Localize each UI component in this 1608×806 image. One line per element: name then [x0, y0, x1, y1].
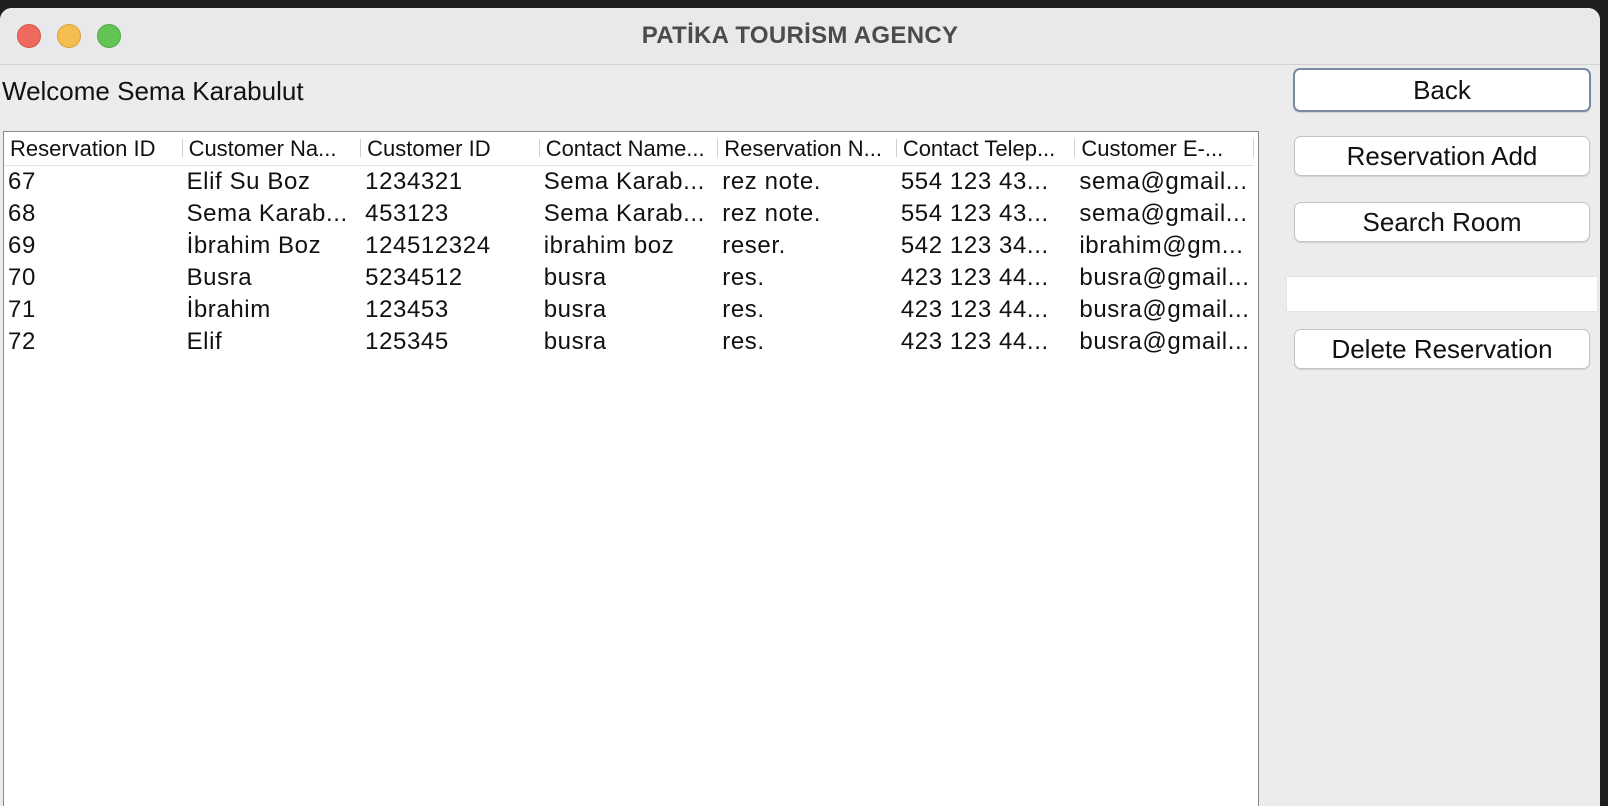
search-room-button[interactable]: Search Room: [1294, 202, 1590, 242]
table-cell[interactable]: sema@gmail...: [1075, 198, 1254, 230]
column-header[interactable]: Customer ID: [361, 132, 540, 166]
table-cell[interactable]: 554 123 43...: [897, 166, 1076, 199]
table-cell[interactable]: Sema Karab...: [183, 198, 362, 230]
table-row[interactable]: 72 Elif 125345 busra res. 423 123 44... …: [4, 326, 1254, 358]
table-cell[interactable]: 423 123 44...: [897, 294, 1076, 326]
table-cell[interactable]: res.: [718, 262, 897, 294]
app-window: PATİKA TOURİSM AGENCY Welcome Sema Karab…: [0, 8, 1600, 806]
table-cell[interactable]: Elif: [183, 326, 362, 358]
table-cell[interactable]: busra: [540, 262, 719, 294]
column-divider[interactable]: [1253, 139, 1254, 157]
table-cell[interactable]: 68: [4, 198, 183, 230]
table-row[interactable]: 70 Busra 5234512 busra res. 423 123 44..…: [4, 262, 1254, 294]
table-cell[interactable]: 554 123 43...: [897, 198, 1076, 230]
reservation-add-button[interactable]: Reservation Add: [1294, 136, 1590, 176]
table-cell[interactable]: busra: [540, 294, 719, 326]
table-cell[interactable]: 423 123 44...: [897, 326, 1076, 358]
table-cell[interactable]: Sema Karab...: [540, 198, 719, 230]
column-header[interactable]: Contact Name...: [539, 132, 719, 166]
table-cell[interactable]: 542 123 34...: [897, 230, 1076, 262]
table-cell[interactable]: 1234321: [361, 166, 540, 199]
table-cell[interactable]: 125345: [361, 326, 540, 358]
table-header-row: Reservation ID Customer Na... Customer I…: [4, 132, 1254, 166]
table-cell[interactable]: 67: [4, 166, 183, 199]
column-header-label: Reservation N...: [724, 135, 882, 161]
table-cell[interactable]: 453123: [361, 198, 540, 230]
table-cell[interactable]: 5234512: [361, 262, 540, 294]
column-header-label: Customer E-...: [1081, 135, 1224, 161]
table-cell[interactable]: sema@gmail...: [1075, 166, 1254, 199]
table-cell[interactable]: ibrahim boz: [540, 230, 719, 262]
column-header-label: Reservation ID: [10, 135, 156, 161]
column-header[interactable]: Customer E-...: [1075, 132, 1254, 166]
table-cell[interactable]: 123453: [361, 294, 540, 326]
table-cell[interactable]: rez note.: [718, 166, 897, 199]
delete-reservation-button[interactable]: Delete Reservation: [1294, 329, 1590, 369]
reservation-table[interactable]: Reservation ID Customer Na... Customer I…: [3, 131, 1259, 806]
table-cell[interactable]: 72: [4, 326, 183, 358]
table-cell[interactable]: ibrahim@gm...: [1075, 230, 1254, 262]
table-row[interactable]: 71 İbrahim 123453 busra res. 423 123 44.…: [4, 294, 1254, 326]
table-cell[interactable]: busra@gmail...: [1075, 294, 1254, 326]
column-header-label: Contact Telep...: [902, 135, 1056, 161]
column-header[interactable]: Contact Telep...: [896, 132, 1076, 166]
reservation-id-field[interactable]: [1286, 276, 1598, 312]
table-cell[interactable]: busra@gmail...: [1075, 262, 1254, 294]
table-row[interactable]: 69 İbrahim Boz 124512324 ibrahim boz res…: [4, 230, 1254, 262]
column-header[interactable]: Reservation N...: [718, 132, 897, 166]
column-header-label: Customer Na...: [188, 135, 337, 161]
table-cell[interactable]: 69: [4, 230, 183, 262]
column-header[interactable]: Customer Na...: [182, 132, 362, 166]
column-header-label: Customer ID: [367, 135, 491, 161]
table-cell[interactable]: reser.: [718, 230, 897, 262]
table-cell[interactable]: İbrahim Boz: [183, 230, 362, 262]
table-cell[interactable]: 124512324: [361, 230, 540, 262]
table-row[interactable]: 67 Elif Su Boz 1234321 Sema Karab... rez…: [4, 166, 1254, 199]
back-button[interactable]: Back: [1293, 68, 1591, 112]
table-cell[interactable]: 70: [4, 262, 183, 294]
table-cell[interactable]: rez note.: [718, 198, 897, 230]
table-cell[interactable]: 71: [4, 294, 183, 326]
table-cell[interactable]: Elif Su Boz: [183, 166, 362, 199]
welcome-label: Welcome Sema Karabulut: [2, 76, 304, 106]
column-header[interactable]: Reservation ID: [4, 132, 183, 166]
table-cell[interactable]: Sema Karab...: [540, 166, 719, 199]
column-header-label: Contact Name...: [545, 135, 705, 161]
table-cell[interactable]: Busra: [183, 262, 362, 294]
table-cell[interactable]: busra: [540, 326, 719, 358]
table-cell[interactable]: res.: [718, 326, 897, 358]
table-cell[interactable]: res.: [718, 294, 897, 326]
table-row[interactable]: 68 Sema Karab... 453123 Sema Karab... re…: [4, 198, 1254, 230]
table-cell[interactable]: 423 123 44...: [897, 262, 1076, 294]
table-cell[interactable]: İbrahim: [183, 294, 362, 326]
action-panel: Back Reservation Add Search Room Delete …: [1286, 8, 1600, 806]
table-cell[interactable]: busra@gmail...: [1075, 326, 1254, 358]
